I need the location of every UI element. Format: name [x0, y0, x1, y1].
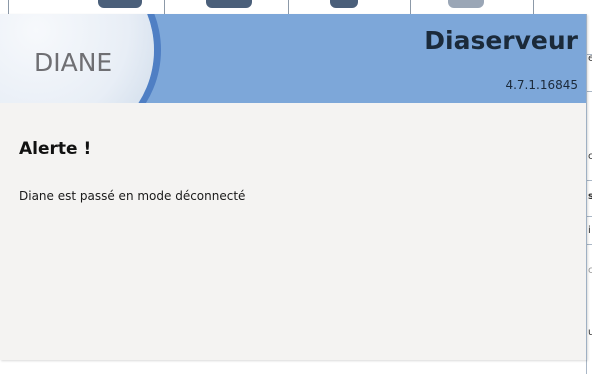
- panel-divider: [587, 180, 592, 181]
- panel-divider: [587, 216, 592, 217]
- toolbar-icon[interactable]: [330, 0, 358, 8]
- panel-text: u: [588, 327, 592, 338]
- toolbar-icon[interactable]: [98, 0, 142, 8]
- app-version: 4.7.1.16845: [505, 78, 578, 92]
- app-title: Diaserveur: [424, 26, 578, 55]
- toolbar-separator: [8, 0, 9, 14]
- toolbar-separator: [410, 0, 411, 14]
- grid-icon[interactable]: [448, 0, 484, 8]
- panel-divider: [587, 244, 592, 245]
- panel-divider: [587, 91, 592, 92]
- toolbar-separator: [533, 0, 534, 14]
- panel-text: c: [588, 265, 592, 276]
- diane-logo: DIANE: [34, 48, 113, 77]
- panel-text: c: [588, 151, 592, 162]
- toolbar-separator: [164, 0, 165, 14]
- panel-text: i: [588, 225, 591, 236]
- alert-message: Diane est passé en mode déconnecté: [19, 189, 246, 203]
- alert-dialog: DIANE Diaserveur 4.7.1.16845 Alerte ! Di…: [0, 14, 587, 360]
- toolbar-separator: [288, 0, 289, 14]
- screen: e c s i c u DIANE Diaserveur 4.7.1.16845…: [0, 0, 592, 374]
- panel-text: s: [588, 191, 592, 202]
- toolbar-icon[interactable]: [206, 0, 252, 8]
- alert-title: Alerte !: [19, 139, 92, 159]
- dialog-header: DIANE Diaserveur 4.7.1.16845: [0, 14, 586, 103]
- panel-text: e: [588, 53, 592, 64]
- dialog-body: Alerte ! Diane est passé en mode déconne…: [0, 103, 586, 360]
